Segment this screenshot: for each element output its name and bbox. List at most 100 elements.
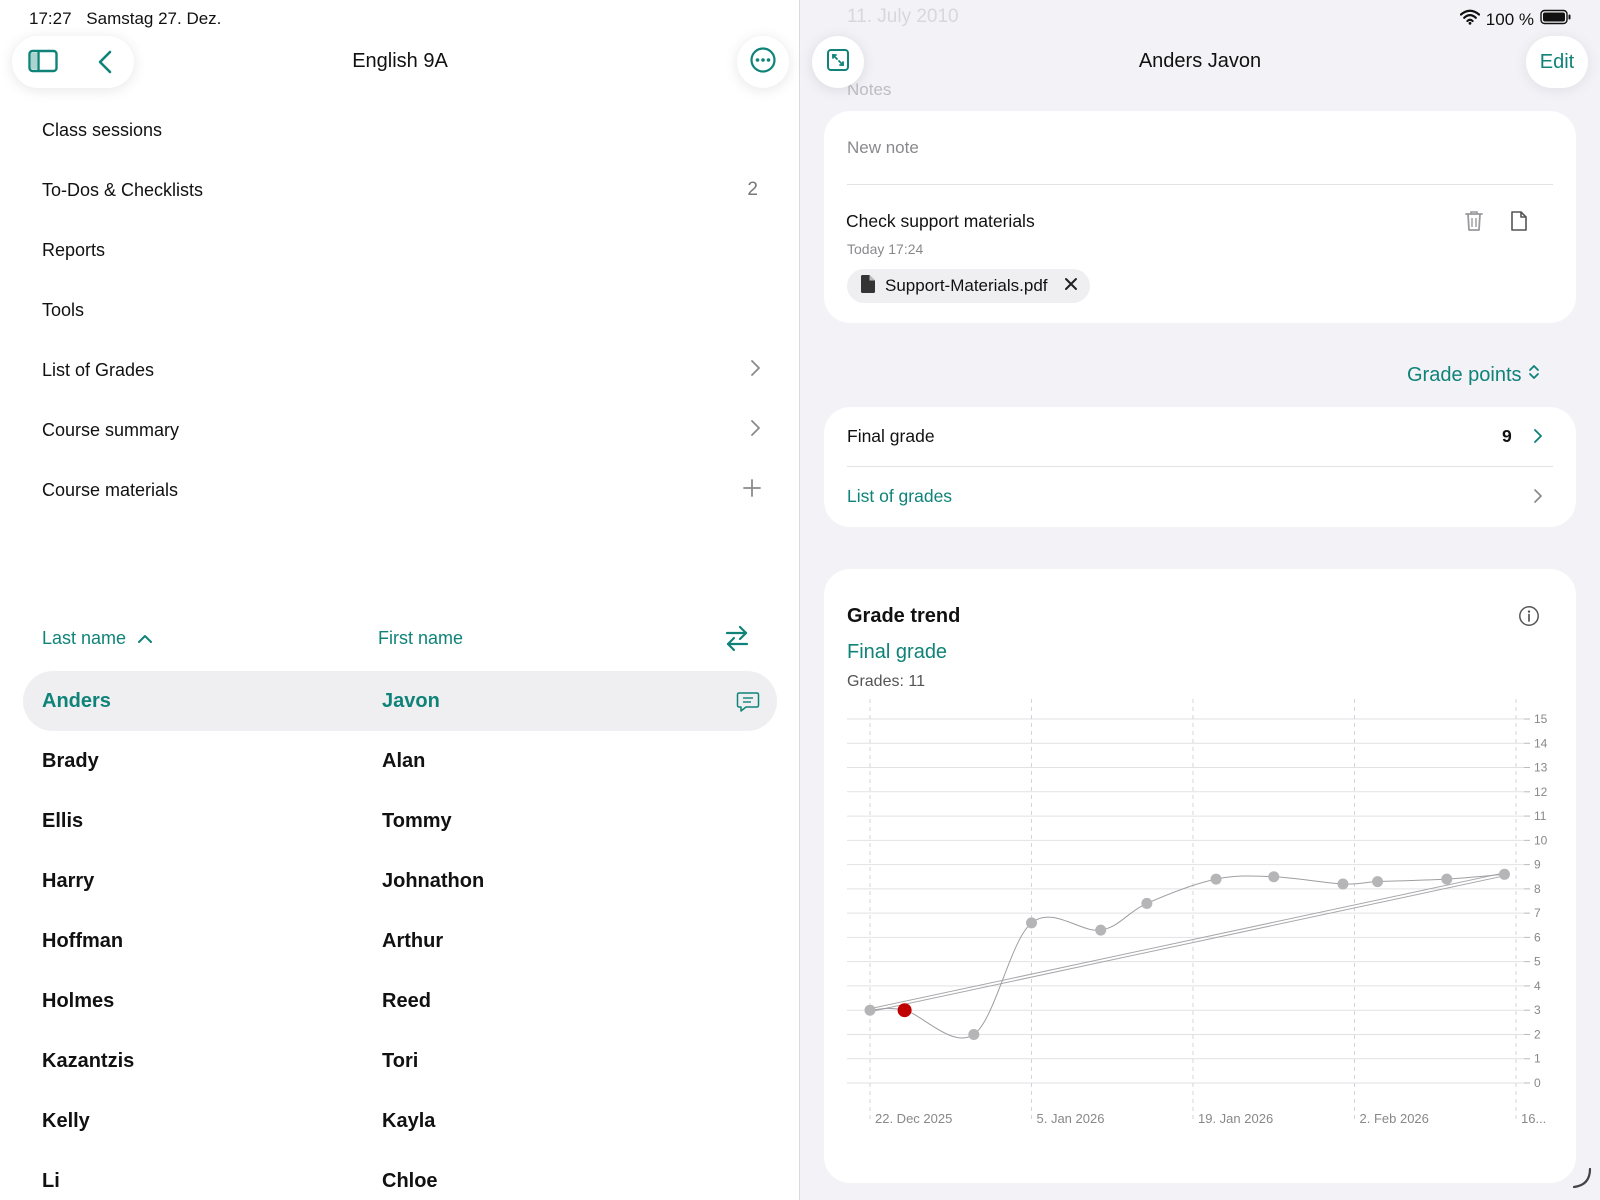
student-detail-pane: 11. July 2010 Notes 100 % Anders Javon E… bbox=[800, 0, 1600, 1200]
student-row[interactable]: Kelly Kayla bbox=[23, 1091, 777, 1151]
student-row[interactable]: Hoffman Arthur bbox=[23, 911, 777, 971]
menu-label: Tools bbox=[42, 299, 85, 320]
page-title: English 9A bbox=[352, 50, 448, 72]
close-icon[interactable] bbox=[1064, 276, 1078, 296]
more-options-button[interactable] bbox=[737, 36, 789, 88]
menu-label: Course summary bbox=[42, 419, 180, 440]
menu-label: To-Dos & Checklists bbox=[42, 179, 204, 200]
last-name: Ellis bbox=[42, 810, 84, 832]
chevron-right-icon[interactable] bbox=[1532, 487, 1544, 510]
student-row[interactable]: Brady Alan bbox=[23, 731, 777, 791]
student-row[interactable]: Harry Johnathon bbox=[23, 851, 777, 911]
student-list-header: Last name First name bbox=[42, 624, 762, 654]
swap-columns-icon[interactable] bbox=[724, 624, 750, 657]
first-name: Javon bbox=[382, 690, 440, 712]
y-tick-label: 11 bbox=[1534, 809, 1547, 823]
scrolled-date: 11. July 2010 bbox=[847, 6, 959, 27]
sort-first-name[interactable]: First name bbox=[378, 628, 463, 649]
sidebar-toggle-icon[interactable] bbox=[28, 49, 58, 80]
student-row[interactable]: Li Chloe bbox=[23, 1151, 777, 1200]
student-name-title: Anders Javon bbox=[1138, 50, 1262, 72]
menu-label: Reports bbox=[42, 239, 106, 260]
attachment-name: Support-Materials.pdf bbox=[885, 276, 1048, 295]
y-tick-label: 4 bbox=[1534, 979, 1541, 993]
menu-list-of-grades[interactable]: List of Grades bbox=[42, 350, 762, 390]
sort-last-name[interactable]: Last name bbox=[42, 628, 153, 650]
last-name: Kazantzis bbox=[42, 1050, 135, 1072]
x-tick-label: 22. Dec 2025 bbox=[875, 1111, 952, 1126]
grades-card: Final grade 9 List of grades bbox=[824, 407, 1576, 527]
chevron-right-icon bbox=[748, 358, 762, 383]
last-name: Brady bbox=[42, 750, 99, 772]
first-name: Tori bbox=[382, 1050, 419, 1072]
todo-count: 2 bbox=[747, 179, 758, 200]
menu-course-summary[interactable]: Course summary bbox=[42, 410, 762, 450]
student-row[interactable]: Holmes Reed bbox=[23, 971, 777, 1031]
y-tick-label: 7 bbox=[1534, 906, 1541, 920]
file-icon bbox=[861, 274, 875, 298]
grade-curve bbox=[869, 873, 1505, 1039]
highlight-grade-point bbox=[897, 1003, 912, 1018]
chevron-up-down-icon bbox=[1528, 363, 1540, 387]
trend-line bbox=[869, 872, 1505, 1010]
final-grade-label[interactable]: Final grade bbox=[847, 426, 935, 447]
last-name: Anders bbox=[42, 690, 111, 712]
first-name: Tommy bbox=[382, 810, 452, 832]
plus-icon[interactable] bbox=[742, 478, 762, 503]
grade-point bbox=[1026, 917, 1037, 929]
y-tick-label: 2 bbox=[1534, 1027, 1541, 1041]
status-time: 17:27 bbox=[29, 9, 72, 28]
edit-button[interactable]: Edit bbox=[1526, 36, 1588, 88]
grade-point bbox=[1141, 897, 1153, 909]
note-title[interactable]: Check support materials bbox=[846, 211, 1035, 232]
back-chevron-icon[interactable] bbox=[96, 49, 114, 80]
ellipsis-circle-icon bbox=[749, 46, 777, 79]
student-row[interactable]: Kazantzis Tori bbox=[23, 1031, 777, 1091]
grade-point bbox=[968, 1028, 980, 1040]
list-of-grades-link[interactable]: List of grades bbox=[847, 486, 952, 507]
menu-class-sessions[interactable]: Class sessions bbox=[42, 110, 762, 150]
grade-trend-chart: 012345678910111213141522. Dec 2025 5. Jan… bbox=[847, 699, 1548, 1126]
first-name: Chloe bbox=[382, 1170, 438, 1192]
divider bbox=[847, 466, 1553, 467]
y-tick-label: 10 bbox=[1534, 833, 1548, 847]
y-tick-label: 13 bbox=[1534, 761, 1548, 775]
status-date: Samstag 27. Dez. bbox=[86, 9, 222, 28]
battery-percent: 100 % bbox=[1485, 9, 1534, 29]
first-name: Reed bbox=[382, 990, 431, 1012]
final-grade-value: 9 bbox=[1502, 426, 1512, 446]
y-tick-label: 0 bbox=[1534, 1076, 1541, 1090]
menu-course-materials[interactable]: Course materials bbox=[42, 470, 762, 510]
drag-handle-icon[interactable] bbox=[1570, 1167, 1592, 1194]
trash-icon[interactable] bbox=[1464, 209, 1484, 238]
attachment-chip[interactable]: Support-Materials.pdf bbox=[847, 269, 1090, 303]
menu-tools[interactable]: Tools bbox=[42, 290, 762, 330]
new-note-input[interactable]: New note bbox=[847, 138, 919, 158]
chevron-right-icon bbox=[748, 418, 762, 443]
column-label: Last name bbox=[42, 628, 127, 648]
grade-point bbox=[1337, 878, 1349, 890]
menu-label: List of Grades bbox=[42, 359, 155, 380]
menu-reports[interactable]: Reports bbox=[42, 230, 762, 270]
x-tick-label: 19. Jan 2026 bbox=[1198, 1111, 1273, 1126]
y-tick-label: 9 bbox=[1534, 858, 1541, 872]
y-tick-label: 15 bbox=[1534, 712, 1548, 726]
x-tick-label: 5. Jan 2026 bbox=[1037, 1111, 1105, 1126]
grade-point bbox=[1268, 871, 1280, 883]
selector-label: Grade points bbox=[1407, 363, 1522, 386]
menu-label: Course materials bbox=[42, 479, 179, 500]
status-bar-left: 17:27 Samstag 27. Dez. bbox=[29, 9, 231, 29]
grade-trend-card: Grade trend Final grade Grades: 11 01234… bbox=[824, 569, 1576, 1183]
chevron-right-icon[interactable] bbox=[1532, 427, 1544, 450]
status-bar-right: 100 % bbox=[1459, 9, 1572, 30]
student-row-selected[interactable]: Anders Javon bbox=[23, 671, 777, 731]
document-icon[interactable] bbox=[1510, 210, 1528, 237]
menu-todos[interactable]: To-Dos & Checklists 2 bbox=[42, 170, 762, 210]
student-row[interactable]: Ellis Tommy bbox=[23, 791, 777, 851]
last-name: Harry bbox=[42, 870, 95, 892]
grade-points-selector[interactable]: Grade points bbox=[1407, 363, 1540, 387]
last-name: Hoffman bbox=[42, 930, 124, 952]
grade-point bbox=[1498, 868, 1510, 880]
chevron-up-icon bbox=[137, 629, 153, 650]
y-tick-label: 3 bbox=[1534, 1003, 1541, 1017]
